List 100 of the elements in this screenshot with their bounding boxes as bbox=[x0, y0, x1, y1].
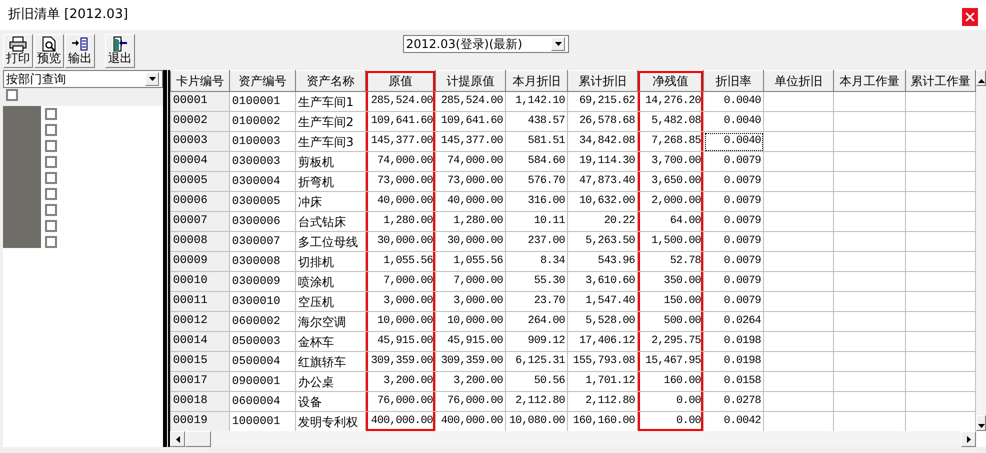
column-header[interactable]: 计提原值 bbox=[436, 70, 506, 92]
checkbox[interactable] bbox=[45, 204, 57, 216]
table-cell[interactable]: 76,000.00 bbox=[436, 392, 506, 412]
table-cell[interactable]: 0300008 bbox=[230, 252, 296, 272]
table-cell[interactable]: 145,377.00 bbox=[436, 132, 506, 152]
toolbar-button[interactable]: 输出 bbox=[65, 34, 95, 68]
table-cell[interactable]: 1,142.10 bbox=[506, 92, 568, 112]
table-cell[interactable]: 0300007 bbox=[230, 232, 296, 252]
table-cell[interactable]: 10,000.00 bbox=[436, 312, 506, 332]
table-cell[interactable]: 0100003 bbox=[230, 132, 296, 152]
table-cell[interactable]: 00011 bbox=[170, 292, 230, 312]
table-cell[interactable]: 00010 bbox=[170, 272, 230, 292]
table-cell[interactable]: 584.60 bbox=[506, 152, 568, 172]
table-cell[interactable]: 0300003 bbox=[230, 152, 296, 172]
scroll-up-button[interactable] bbox=[976, 70, 986, 86]
table-cell[interactable]: 00006 bbox=[170, 192, 230, 212]
toolbar-button[interactable]: 预览 bbox=[34, 34, 64, 68]
table-cell[interactable]: 2,000.00 bbox=[638, 192, 704, 212]
table-cell[interactable]: 1,280.00 bbox=[366, 212, 436, 232]
table-cell[interactable]: 7,000.00 bbox=[366, 272, 436, 292]
column-header[interactable]: 本月折旧 bbox=[506, 70, 568, 92]
table-cell[interactable]: 00015 bbox=[170, 352, 230, 372]
close-button[interactable] bbox=[962, 8, 978, 26]
column-header[interactable]: 折旧率 bbox=[704, 70, 764, 92]
scroll-right-button[interactable] bbox=[961, 431, 976, 447]
table-cell[interactable]: 7,268.85 bbox=[638, 132, 704, 152]
scroll-down-button[interactable] bbox=[976, 415, 986, 431]
table-cell[interactable]: 多工位母线 bbox=[296, 232, 366, 252]
table-cell[interactable]: 0.0278 bbox=[704, 392, 764, 412]
checkbox[interactable] bbox=[45, 124, 57, 136]
table-cell[interactable]: 冲床 bbox=[296, 192, 366, 212]
table-cell[interactable]: 0100001 bbox=[230, 92, 296, 112]
table-cell[interactable]: 285,524.00 bbox=[366, 92, 436, 112]
table-cell[interactable]: 0900001 bbox=[230, 372, 296, 392]
scrollbar-thumb[interactable] bbox=[185, 431, 211, 447]
table-cell[interactable]: 3,610.60 bbox=[568, 272, 638, 292]
table-cell[interactable]: 19,114.30 bbox=[568, 152, 638, 172]
table-cell[interactable]: 145,377.00 bbox=[366, 132, 436, 152]
table-cell[interactable]: 0500004 bbox=[230, 352, 296, 372]
table-cell[interactable]: 0100002 bbox=[230, 112, 296, 132]
table-cell[interactable]: 切排机 bbox=[296, 252, 366, 272]
table-cell[interactable]: 150.00 bbox=[638, 292, 704, 312]
table-cell[interactable]: 316.00 bbox=[506, 192, 568, 212]
table-cell[interactable]: 1,701.12 bbox=[568, 372, 638, 392]
table-cell[interactable]: 办公桌 bbox=[296, 372, 366, 392]
table-cell[interactable]: 00002 bbox=[170, 112, 230, 132]
table-cell[interactable]: 0.0198 bbox=[704, 352, 764, 372]
table-cell[interactable]: 1,547.40 bbox=[568, 292, 638, 312]
table-cell[interactable]: 5,263.50 bbox=[568, 232, 638, 252]
table-cell[interactable]: 0300009 bbox=[230, 272, 296, 292]
table-cell[interactable]: 40,000.00 bbox=[436, 192, 506, 212]
table-cell[interactable]: 剪板机 bbox=[296, 152, 366, 172]
table-cell[interactable]: 折弯机 bbox=[296, 172, 366, 192]
checkbox[interactable] bbox=[45, 108, 57, 120]
table-cell[interactable]: 0.0158 bbox=[704, 372, 764, 392]
table-cell[interactable]: 155,793.08 bbox=[568, 352, 638, 372]
table-cell[interactable]: 309,359.00 bbox=[366, 352, 436, 372]
checkbox[interactable] bbox=[45, 172, 57, 184]
table-cell[interactable]: 20.22 bbox=[568, 212, 638, 232]
column-header[interactable]: 原值 bbox=[366, 70, 436, 92]
table-cell[interactable]: 生产车间3 bbox=[296, 132, 366, 152]
table-cell[interactable]: 0.0079 bbox=[704, 212, 764, 232]
table-cell[interactable]: 109,641.60 bbox=[366, 112, 436, 132]
table-cell[interactable]: 金杯车 bbox=[296, 332, 366, 352]
table-cell[interactable]: 55.30 bbox=[506, 272, 568, 292]
table-cell[interactable]: 0300004 bbox=[230, 172, 296, 192]
table-cell[interactable]: 红旗轿车 bbox=[296, 352, 366, 372]
table-cell[interactable]: 生产车间2 bbox=[296, 112, 366, 132]
table-cell[interactable]: 3,000.00 bbox=[366, 292, 436, 312]
table-cell[interactable]: 30,000.00 bbox=[436, 232, 506, 252]
table-cell[interactable]: 设备 bbox=[296, 392, 366, 412]
table-cell[interactable]: 74,000.00 bbox=[436, 152, 506, 172]
table-cell[interactable]: 0.0079 bbox=[704, 172, 764, 192]
checkbox[interactable] bbox=[45, 156, 57, 168]
table-cell[interactable]: 47,873.40 bbox=[568, 172, 638, 192]
table-cell[interactable]: 00009 bbox=[170, 252, 230, 272]
table-cell[interactable]: 0.0079 bbox=[704, 272, 764, 292]
table-cell[interactable]: 17,406.12 bbox=[568, 332, 638, 352]
column-header[interactable]: 累计折旧 bbox=[568, 70, 638, 92]
table-cell[interactable]: 26,578.68 bbox=[568, 112, 638, 132]
table-cell[interactable]: 2,295.75 bbox=[638, 332, 704, 352]
table-cell[interactable]: 00019 bbox=[170, 412, 230, 432]
table-cell[interactable]: 2,112.80 bbox=[506, 392, 568, 412]
table-cell[interactable]: 73,000.00 bbox=[436, 172, 506, 192]
table-cell[interactable]: 52.78 bbox=[638, 252, 704, 272]
table-cell[interactable]: 0.0079 bbox=[704, 152, 764, 172]
table-cell[interactable]: 309,359.00 bbox=[436, 352, 506, 372]
table-cell[interactable]: 10,000.00 bbox=[366, 312, 436, 332]
table-cell[interactable]: 1,055.56 bbox=[436, 252, 506, 272]
table-cell[interactable]: 0600004 bbox=[230, 392, 296, 412]
table-cell[interactable]: 00007 bbox=[170, 212, 230, 232]
checkbox[interactable] bbox=[45, 140, 57, 152]
table-cell[interactable]: 0.0079 bbox=[704, 192, 764, 212]
table-cell[interactable]: 0300005 bbox=[230, 192, 296, 212]
table-cell[interactable]: 6,125.31 bbox=[506, 352, 568, 372]
table-cell[interactable]: 15,467.95 bbox=[638, 352, 704, 372]
table-cell[interactable]: 00012 bbox=[170, 312, 230, 332]
filter-select[interactable]: 按部门查询 bbox=[3, 70, 163, 88]
table-cell[interactable]: 生产车间1 bbox=[296, 92, 366, 112]
table-cell[interactable]: 0.00 bbox=[638, 412, 704, 432]
